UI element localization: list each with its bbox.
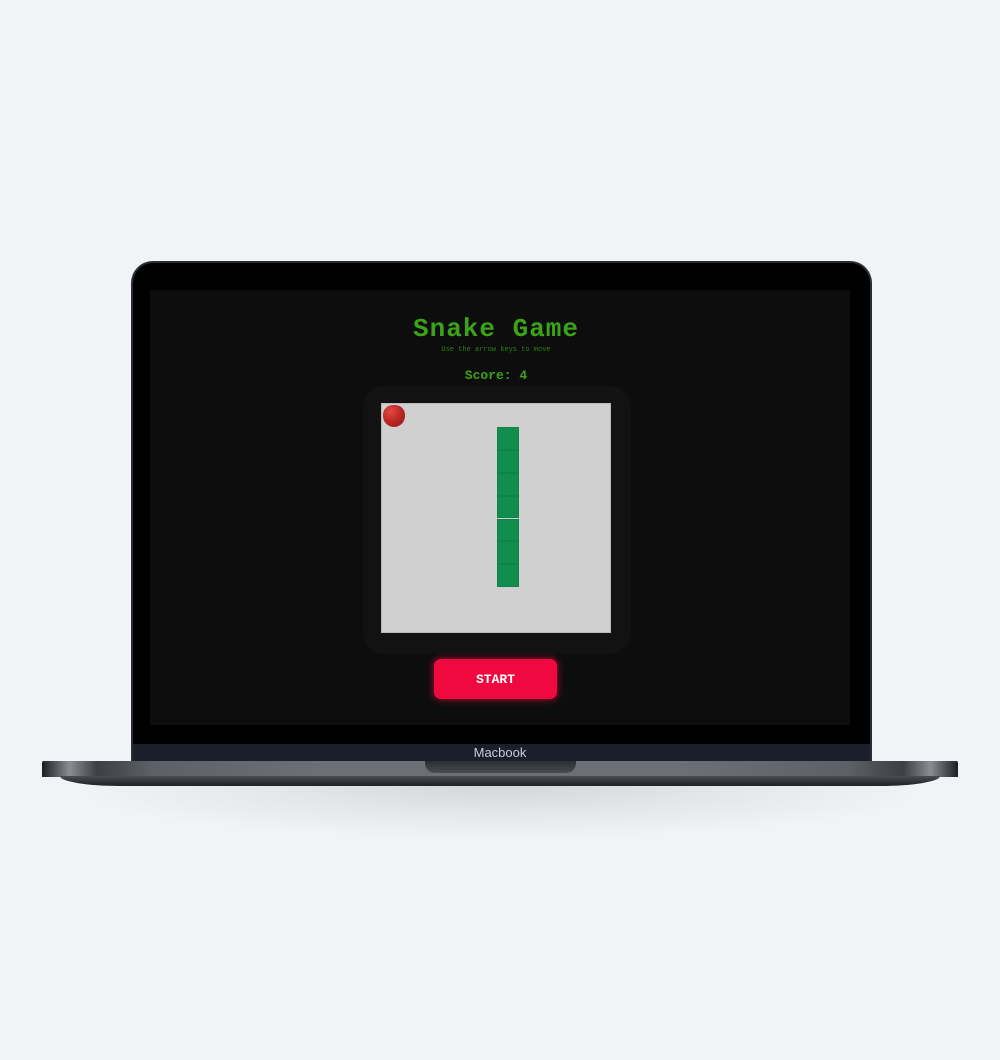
- snake-segment: [496, 450, 520, 473]
- laptop-base-bottom: [60, 776, 940, 786]
- snake-segment: [496, 495, 520, 519]
- score-display: Score: 4: [464, 368, 528, 383]
- stage: Macbook Snake Game Use the arrow keys to…: [0, 0, 1000, 1060]
- snake-segment: [496, 472, 520, 496]
- snake-head: [496, 427, 520, 451]
- laptop-screen: Snake Game Use the arrow keys to move Sc…: [150, 290, 850, 725]
- laptop-brand-label: Macbook: [473, 745, 527, 760]
- snake-segment: [496, 518, 520, 542]
- laptop-shadow: [90, 786, 910, 836]
- snake-segment: [496, 541, 520, 565]
- snake-segment: [496, 564, 520, 587]
- game-board[interactable]: [381, 403, 611, 633]
- laptop-notch: [425, 761, 576, 773]
- start-button[interactable]: START: [434, 659, 557, 699]
- apple-icon: [382, 404, 405, 427]
- game-instructions: Use the arrow keys to move: [441, 346, 551, 354]
- game-title: Snake Game: [412, 314, 580, 344]
